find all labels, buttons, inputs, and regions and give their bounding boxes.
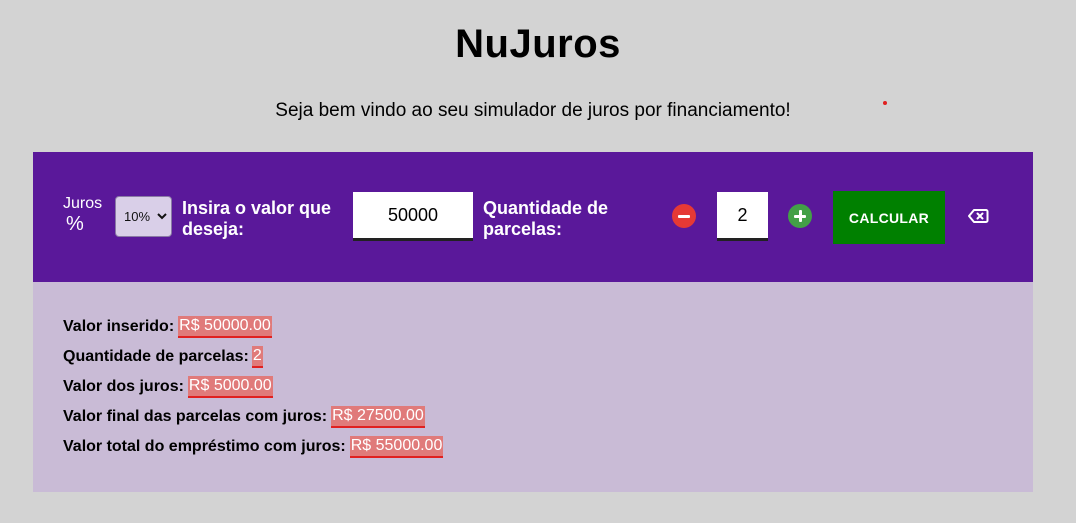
chevron-down-icon: [157, 213, 167, 220]
result-value: R$ 5000.00: [187, 376, 273, 398]
percent-icon: %: [66, 213, 84, 235]
result-label: Valor total do empréstimo com juros:: [63, 438, 346, 455]
value-input[interactable]: 50000: [353, 192, 473, 241]
backspace-icon[interactable]: [967, 205, 989, 227]
results-panel: Valor inserido: R$ 50000.00 Quantidade d…: [33, 282, 1033, 492]
installments-label: Quantidade de parcelas:: [483, 198, 609, 239]
result-label: Valor inserido:: [63, 318, 175, 335]
juros-label-text: Juros: [63, 195, 103, 212]
result-value: R$ 27500.00: [331, 406, 425, 428]
result-value: R$ 55000.00: [349, 436, 444, 458]
calculate-button[interactable]: CALCULAR: [833, 191, 945, 244]
result-valor-juros: Valor dos juros: R$ 5000.00: [63, 375, 273, 399]
result-valor-total-emprestimo: Valor total do empréstimo com juros: R$ …: [63, 435, 444, 459]
result-value: R$ 50000.00: [178, 316, 272, 338]
result-valor-final-parcelas: Valor final das parcelas com juros: R$ 2…: [63, 405, 425, 429]
installments-input[interactable]: 2: [717, 192, 768, 241]
increase-installments-button[interactable]: [788, 204, 812, 228]
result-label: Valor final das parcelas com juros:: [63, 408, 328, 425]
page-title: NuJuros: [455, 22, 621, 66]
interest-rate-value: 10%: [124, 209, 151, 224]
decrease-installments-button[interactable]: [672, 204, 696, 228]
result-quantidade-parcelas: Quantidade de parcelas: 2: [63, 345, 263, 369]
calculator-form: Juros % 10% Insira o valor que deseja: 5…: [33, 152, 1033, 282]
result-label: Valor dos juros:: [63, 378, 184, 395]
result-valor-inserido: Valor inserido: R$ 50000.00: [63, 315, 272, 339]
value-input-text: 50000: [387, 204, 439, 225]
page-subtitle: Seja bem vindo ao seu simulador de juros…: [275, 100, 791, 121]
result-value: 2: [251, 346, 263, 368]
decorative-dot: [883, 101, 887, 105]
value-label: Insira o valor que deseja:: [182, 198, 332, 239]
interest-rate-select[interactable]: 10%: [115, 196, 172, 237]
result-label: Quantidade de parcelas:: [63, 348, 249, 365]
installments-input-text: 2: [737, 204, 748, 225]
juros-label: Juros %: [63, 194, 102, 234]
